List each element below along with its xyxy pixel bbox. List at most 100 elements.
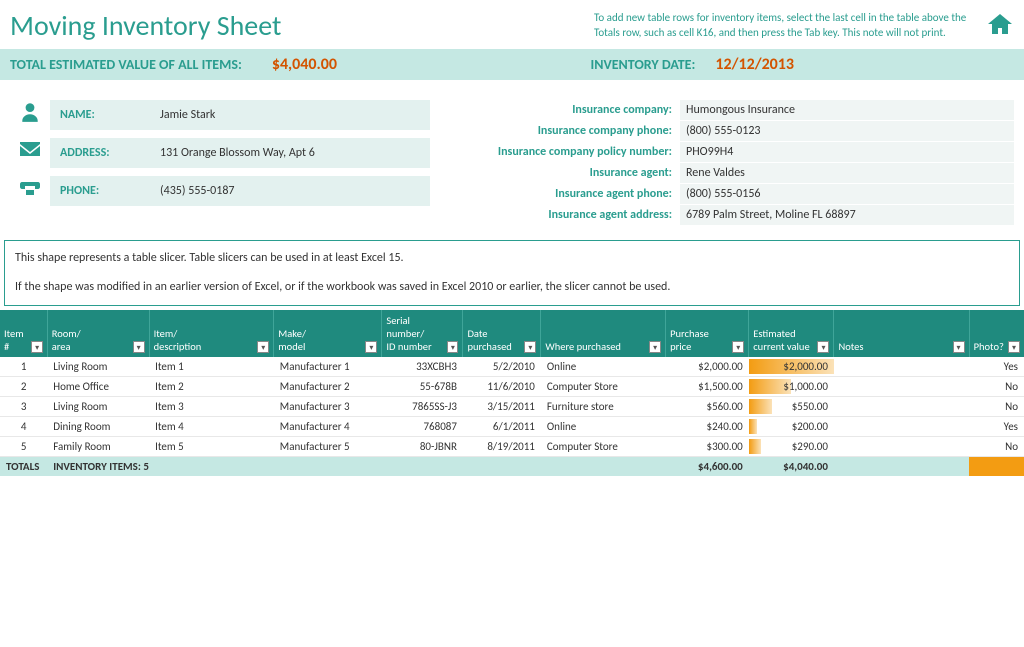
cell-desc: Item 2 — [149, 377, 274, 397]
cell-desc: Item 5 — [149, 437, 274, 457]
summary-bar: TOTAL ESTIMATED VALUE OF ALL ITEMS: $4,0… — [0, 49, 1024, 80]
total-value-label: TOTAL ESTIMATED VALUE OF ALL ITEMS: — [10, 56, 242, 73]
cell-item: 3 — [0, 397, 47, 417]
cell-est: $290.00 — [749, 437, 834, 457]
cell-desc: Item 4 — [149, 417, 274, 437]
cell-serial: 33XCBH3 — [382, 357, 463, 377]
totals-price: $4,600.00 — [666, 457, 749, 477]
inventory-date-label: INVENTORY DATE: — [590, 56, 695, 73]
cell-room: Home Office — [47, 377, 149, 397]
info-note: To add new table rows for inventory item… — [594, 11, 974, 40]
filter-dropdown-icon[interactable]: ▾ — [447, 341, 458, 353]
cell-notes — [834, 437, 969, 457]
col-serial: Serial number/ ID number — [386, 314, 445, 353]
cell-date: 6/1/2011 — [463, 417, 541, 437]
filter-dropdown-icon[interactable]: ▾ — [817, 341, 829, 353]
cell-where: Computer Store — [541, 437, 666, 457]
cell-est: $550.00 — [749, 397, 834, 417]
cell-room: Family Room — [47, 437, 149, 457]
cell-date: 5/2/2010 — [463, 357, 541, 377]
cell-price: $300.00 — [666, 437, 749, 457]
cell-date: 8/19/2011 — [463, 437, 541, 457]
cell-item: 5 — [0, 437, 47, 457]
ins-policy: PHO99H4 — [680, 142, 1014, 162]
cell-where: Furniture store — [541, 397, 666, 417]
cell-room: Living Room — [47, 397, 149, 417]
col-price: Purchase price — [670, 327, 709, 353]
phone-label: PHONE: — [60, 184, 160, 198]
ins-agent: Rene Valdes — [680, 163, 1014, 183]
filter-dropdown-icon[interactable]: ▾ — [1008, 341, 1020, 353]
cell-desc: Item 1 — [149, 357, 274, 377]
filter-dropdown-icon[interactable]: ▾ — [31, 341, 42, 353]
cell-serial: 768087 — [382, 417, 463, 437]
inventory-date: 12/12/2013 — [715, 55, 794, 74]
ins-company: Humongous Insurance — [680, 100, 1014, 120]
col-date: Date purchased — [467, 327, 511, 353]
table-row[interactable]: 2Home OfficeItem 2Manufacturer 255-678B1… — [0, 377, 1024, 397]
cell-where: Online — [541, 417, 666, 437]
insurance-info: Insurance company:Humongous Insurance In… — [450, 100, 1014, 226]
address-value: 131 Orange Blossom Way, Apt 6 — [160, 146, 315, 160]
cell-notes — [834, 417, 969, 437]
filter-dropdown-icon[interactable]: ▾ — [953, 341, 965, 353]
table-row[interactable]: 1Living RoomItem 1Manufacturer 133XCBH35… — [0, 357, 1024, 377]
slicer-placeholder[interactable]: This shape represents a table slicer. Ta… — [4, 240, 1020, 306]
ins-company-label: Insurance company: — [450, 103, 680, 117]
ins-agent-label: Insurance agent: — [450, 166, 680, 180]
cell-where: Computer Store — [541, 377, 666, 397]
cell-serial: 55-678B — [382, 377, 463, 397]
cell-make: Manufacturer 5 — [274, 437, 382, 457]
totals-est: $4,040.00 — [749, 457, 834, 477]
name-value: Jamie Stark — [160, 108, 215, 122]
total-value: $4,040.00 — [272, 55, 337, 74]
cell-make: Manufacturer 3 — [274, 397, 382, 417]
cell-serial: 7865SS-J3 — [382, 397, 463, 417]
cell-item: 4 — [0, 417, 47, 437]
cell-date: 3/15/2011 — [463, 397, 541, 417]
filter-dropdown-icon[interactable]: ▾ — [732, 341, 744, 353]
ins-agent-phone-label: Insurance agent phone: — [450, 187, 680, 201]
cell-est: $2,000.00 — [749, 357, 834, 377]
cell-price: $2,000.00 — [666, 357, 749, 377]
cell-photo: Yes — [969, 417, 1024, 437]
address-label: ADDRESS: — [60, 146, 160, 160]
cell-item: 1 — [0, 357, 47, 377]
cell-photo: No — [969, 397, 1024, 417]
filter-dropdown-icon[interactable]: ▾ — [524, 341, 536, 353]
cell-desc: Item 3 — [149, 397, 274, 417]
cell-price: $560.00 — [666, 397, 749, 417]
col-where: Where purchased — [545, 340, 621, 353]
totals-items: INVENTORY ITEMS: 5 — [47, 457, 665, 477]
table-row[interactable]: 5Family RoomItem 5Manufacturer 580-JBNR8… — [0, 437, 1024, 457]
slicer-text-2: If the shape was modified in an earlier … — [15, 278, 1009, 297]
filter-dropdown-icon[interactable]: ▾ — [257, 341, 269, 353]
ins-company-phone-label: Insurance company phone: — [450, 124, 680, 138]
cell-where: Online — [541, 357, 666, 377]
cell-item: 2 — [0, 377, 47, 397]
cell-make: Manufacturer 1 — [274, 357, 382, 377]
ins-agent-address-label: Insurance agent address: — [450, 208, 680, 222]
ins-agent-address: 6789 Palm Street, Moline FL 68897 — [680, 205, 1014, 225]
cell-price: $1,500.00 — [666, 377, 749, 397]
cell-room: Dining Room — [47, 417, 149, 437]
home-icon[interactable] — [986, 12, 1014, 40]
table-row[interactable]: 3Living RoomItem 3Manufacturer 37865SS-J… — [0, 397, 1024, 417]
inventory-table: Item #▾ Room/ area▾ Item/ description▾ M… — [0, 310, 1024, 476]
name-label: NAME: — [60, 108, 160, 122]
table-row[interactable]: 4Dining RoomItem 4Manufacturer 47680876/… — [0, 417, 1024, 437]
cell-make: Manufacturer 4 — [274, 417, 382, 437]
filter-dropdown-icon[interactable]: ▾ — [133, 341, 145, 353]
cell-make: Manufacturer 2 — [274, 377, 382, 397]
col-estval: Estimated current value — [753, 327, 809, 353]
cell-photo: Yes — [969, 357, 1024, 377]
totals-row: TOTALS INVENTORY ITEMS: 5 $4,600.00 $4,0… — [0, 457, 1024, 477]
col-notes: Notes — [838, 340, 863, 353]
filter-dropdown-icon[interactable]: ▾ — [649, 341, 661, 353]
cell-price: $240.00 — [666, 417, 749, 437]
page-title: Moving Inventory Sheet — [10, 8, 281, 43]
cell-notes — [834, 377, 969, 397]
filter-dropdown-icon[interactable]: ▾ — [365, 341, 377, 353]
cell-est: $1,000.00 — [749, 377, 834, 397]
cell-notes — [834, 397, 969, 417]
